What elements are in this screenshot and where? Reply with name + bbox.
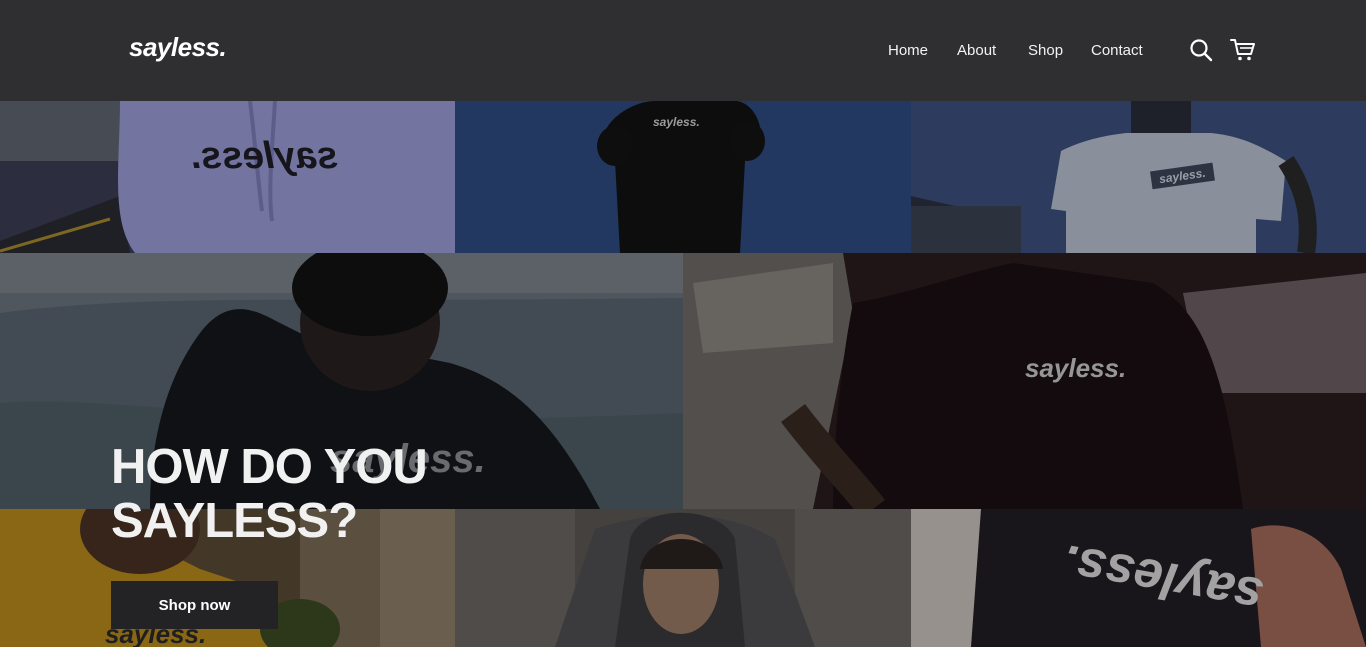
hero-heading-line-1: HOW DO YOU bbox=[111, 440, 428, 494]
photo-hoodie-lavender: sayless. bbox=[0, 101, 455, 253]
photo-dark-tee: sayless. bbox=[911, 509, 1366, 647]
hoodie-print: sayless. bbox=[190, 135, 338, 177]
nav-contact-link[interactable]: Contact bbox=[1091, 42, 1143, 59]
tee-print-small: sayless. bbox=[653, 115, 700, 129]
tee-print-chest: sayless. bbox=[1025, 353, 1127, 383]
photo-white-tee-sky: sayless. bbox=[911, 101, 1366, 253]
brand-logo[interactable]: sayless. bbox=[129, 32, 227, 63]
nav-home-link[interactable]: Home bbox=[888, 42, 928, 59]
nav-about-link[interactable]: About bbox=[957, 42, 996, 59]
photo-tee-blue-backdrop: sayless. bbox=[455, 101, 911, 253]
hero-heading-line-2: SAYLESS? bbox=[111, 494, 358, 548]
cart-icon[interactable] bbox=[1230, 37, 1256, 63]
photo-hoodie-kid bbox=[455, 509, 911, 647]
nav-shop-link[interactable]: Shop bbox=[1028, 42, 1063, 59]
shop-now-button[interactable]: Shop now bbox=[111, 581, 278, 629]
site-header: sayless. Home About Shop Contact bbox=[0, 0, 1366, 101]
search-icon[interactable] bbox=[1188, 37, 1214, 63]
hero-heading: HOW DO YOU SAYLESS? bbox=[111, 440, 471, 548]
photo-car-tee: sayless. bbox=[683, 253, 1366, 509]
